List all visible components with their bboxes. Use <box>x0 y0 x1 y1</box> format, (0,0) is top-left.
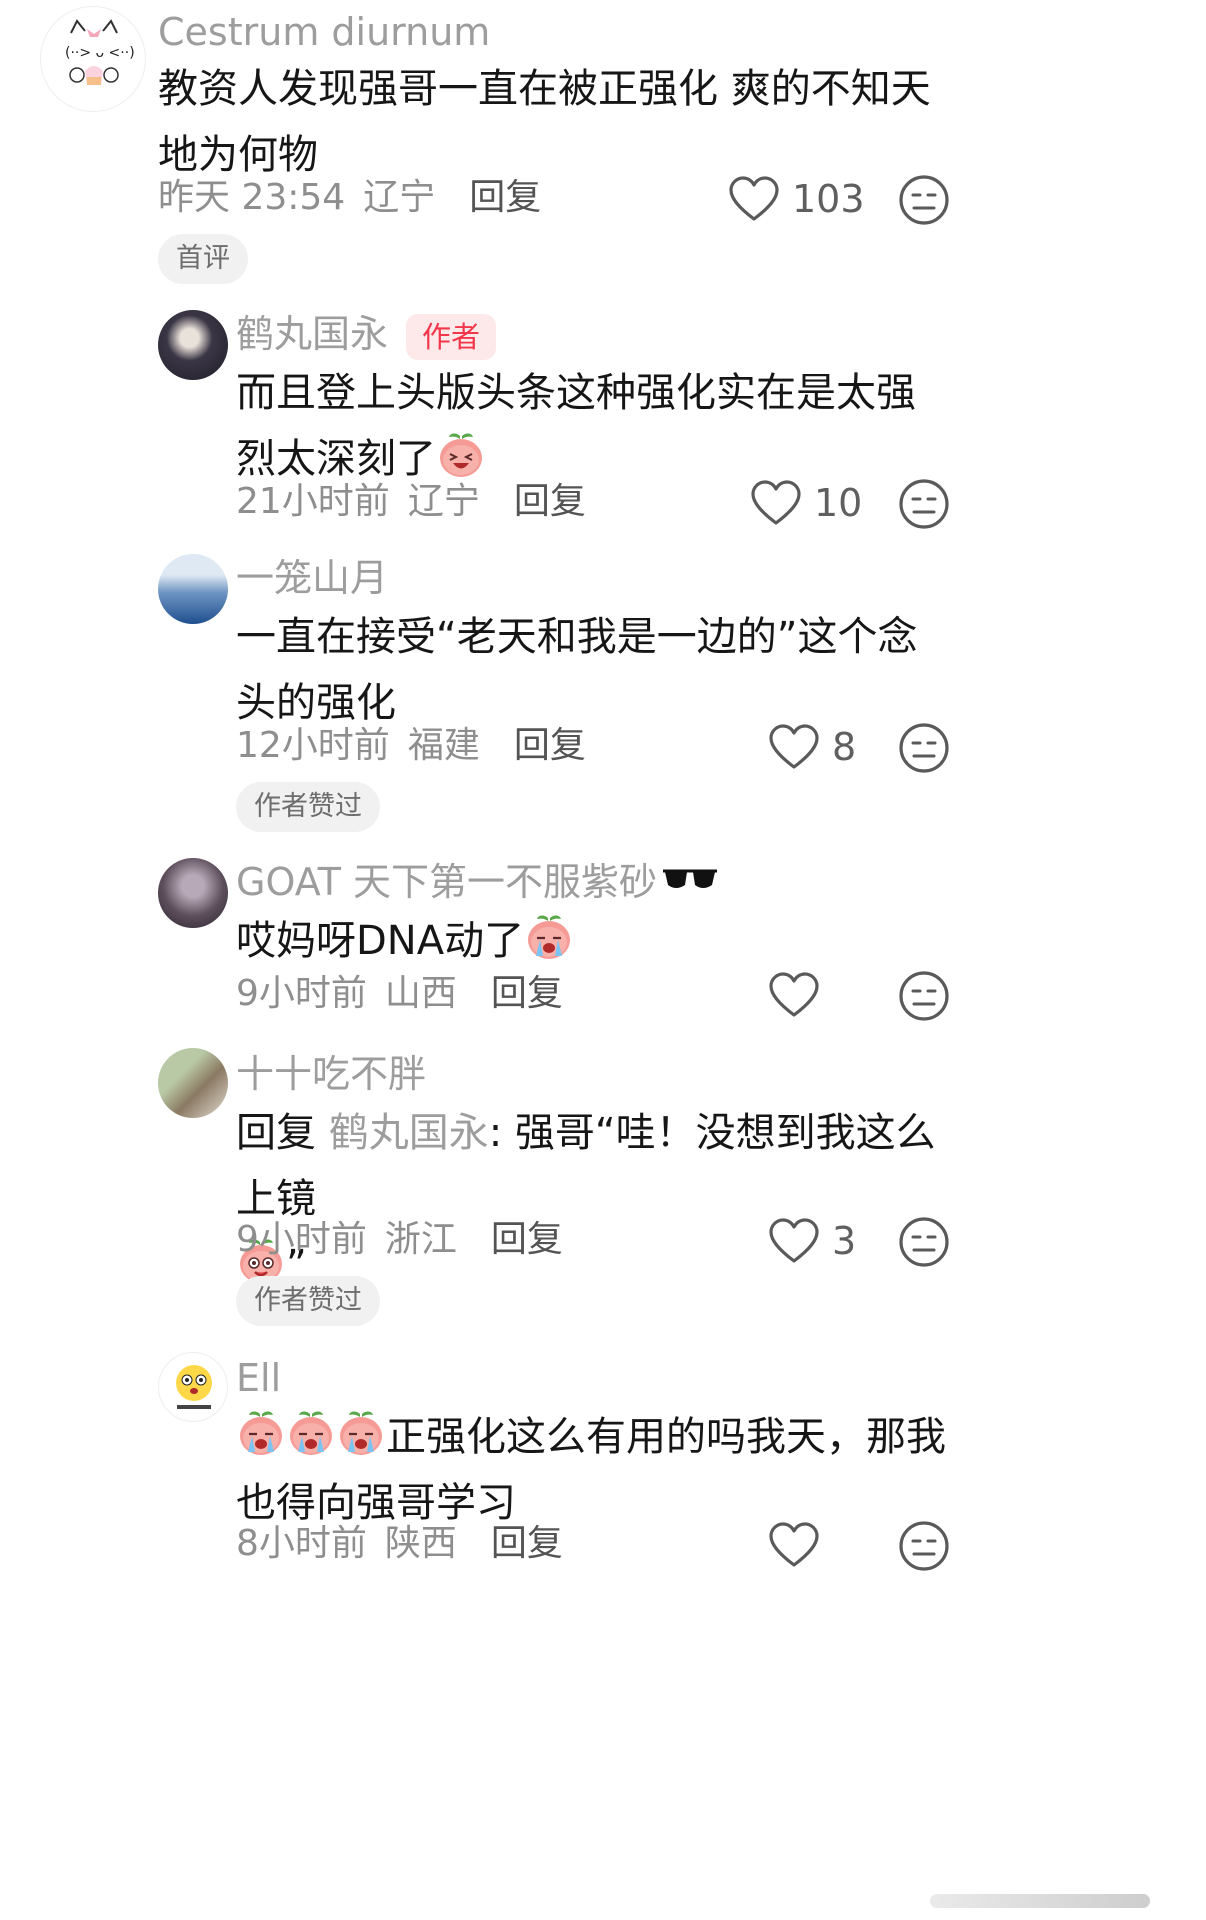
username[interactable]: GOAT 天下第一不服紫砂 <box>236 860 657 904</box>
sunglasses-emoji-icon <box>663 869 718 888</box>
comment-text: 哎妈呀DNA动了 <box>236 908 936 974</box>
crying-peach-emoji-icon <box>286 1408 336 1458</box>
author-tag: 作者 <box>406 313 497 360</box>
reply-button[interactable]: 回复 <box>491 973 563 1014</box>
crying-peach-emoji-icon <box>336 1408 386 1458</box>
reply-button[interactable]: 回复 <box>514 725 586 766</box>
like-button[interactable]: 10 <box>750 476 862 530</box>
crying-peach-emoji-icon <box>524 912 574 962</box>
comment-time: 9小时前 <box>236 1219 367 1260</box>
like-button[interactable]: 103 <box>728 172 865 226</box>
comment-time: 9小时前 <box>236 973 367 1014</box>
avatar[interactable] <box>158 554 228 624</box>
comment-meta: 21小时前 辽宁 回复 <box>236 478 586 526</box>
reply-button[interactable]: 回复 <box>491 1523 563 1564</box>
like-count: 10 <box>814 481 863 525</box>
heart-icon <box>768 1522 820 1568</box>
username[interactable]: Cestrum diurnum <box>158 8 490 56</box>
like-button[interactable]: 3 <box>768 1214 856 1268</box>
mention-link[interactable]: 鹤丸国永 <box>329 1110 489 1156</box>
dislike-icon[interactable] <box>898 1520 950 1572</box>
username[interactable]: 一笼山月 <box>236 554 388 602</box>
comment-text-body: 而且登上头版头条这种强化实在是太强烈太深刻了 <box>236 370 916 482</box>
comment-meta: 8小时前 陕西 回复 <box>236 1520 563 1568</box>
comment-text: 一直在接受“老天和我是一边的”这个念头的强化 <box>236 614 918 726</box>
comment-text: 而且登上头版头条这种强化实在是太强烈太深刻了 <box>236 360 936 492</box>
avatar[interactable]: (··> ᴗ <··) <box>40 6 146 112</box>
comment-meta: 9小时前 浙江 回复 <box>236 1216 563 1264</box>
username[interactable]: Ell <box>236 1354 281 1402</box>
dislike-icon[interactable] <box>898 478 950 530</box>
comment-meta: 昨天 23:54 辽宁 回复 <box>158 174 541 222</box>
comment-location: 辽宁 <box>363 177 436 218</box>
avatar[interactable] <box>158 310 228 380</box>
comment-text: 回复 鹤丸国永: 强哥“哇！没想到我这么上镜” <box>236 1100 936 1298</box>
author-liked-badge: 作者赞过 <box>236 1276 380 1326</box>
comment-location: 福建 <box>407 725 480 766</box>
reply-prefix: 回复 <box>236 1110 316 1156</box>
avatar[interactable] <box>158 1352 228 1422</box>
comment-text: 正强化这么有用的吗我天，那我也得向强哥学习 <box>236 1404 956 1536</box>
like-count: 8 <box>832 725 857 769</box>
laughing-peach-emoji-icon <box>436 430 486 480</box>
username-row: GOAT 天下第一不服紫砂 <box>236 858 719 906</box>
reply-button[interactable]: 回复 <box>469 177 541 218</box>
comment-location: 辽宁 <box>407 481 480 522</box>
username-row: 鹤丸国永 作者 <box>236 310 497 360</box>
dislike-icon[interactable] <box>898 1216 950 1268</box>
dislike-icon[interactable] <box>898 970 950 1022</box>
reply-button[interactable]: 回复 <box>514 481 586 522</box>
heart-icon <box>728 176 780 222</box>
comment-time: 21小时前 <box>236 481 390 522</box>
cat-cupcake-avatar-icon: (··> ᴗ <··) <box>65 19 135 85</box>
comment-time: 昨天 23:54 <box>158 177 346 218</box>
yellow-face-avatar-icon <box>176 1365 212 1409</box>
comment-meta: 12小时前 福建 回复 <box>236 722 586 770</box>
comment-time: 8小时前 <box>236 1523 367 1564</box>
dislike-icon[interactable] <box>898 174 950 226</box>
watermark-strip <box>930 1880 1150 1920</box>
like-button[interactable] <box>768 1518 832 1572</box>
dislike-icon[interactable] <box>898 722 950 774</box>
heart-icon <box>768 1218 820 1264</box>
comment-meta: 9小时前 山西 回复 <box>236 970 563 1018</box>
like-count: 3 <box>832 1219 857 1263</box>
crying-peach-emoji-icon <box>236 1408 286 1458</box>
username[interactable]: 鹤丸国永 <box>236 312 388 356</box>
like-button[interactable]: 8 <box>768 720 856 774</box>
author-liked-badge: 作者赞过 <box>236 782 380 832</box>
comment-location: 浙江 <box>384 1219 457 1260</box>
comment-text-body: 哎妈呀DNA动了 <box>236 918 525 964</box>
comment-time: 12小时前 <box>236 725 390 766</box>
username[interactable]: 十十吃不胖 <box>236 1050 426 1098</box>
first-comment-badge: 首评 <box>158 234 248 284</box>
avatar[interactable] <box>158 858 228 928</box>
heart-icon <box>768 972 820 1018</box>
comment-location: 山西 <box>384 973 457 1014</box>
like-count: 103 <box>792 177 865 221</box>
heart-icon <box>768 724 820 770</box>
reply-button[interactable]: 回复 <box>491 1219 563 1260</box>
comment-location: 陕西 <box>384 1523 457 1564</box>
comment-text: 教资人发现强哥一直在被正强化 爽的不知天地为何物 <box>158 66 931 178</box>
heart-icon <box>750 480 802 526</box>
like-button[interactable] <box>768 968 832 1022</box>
avatar[interactable] <box>158 1048 228 1118</box>
svg-text:(··> ᴗ <··): (··> ᴗ <··) <box>65 45 135 61</box>
